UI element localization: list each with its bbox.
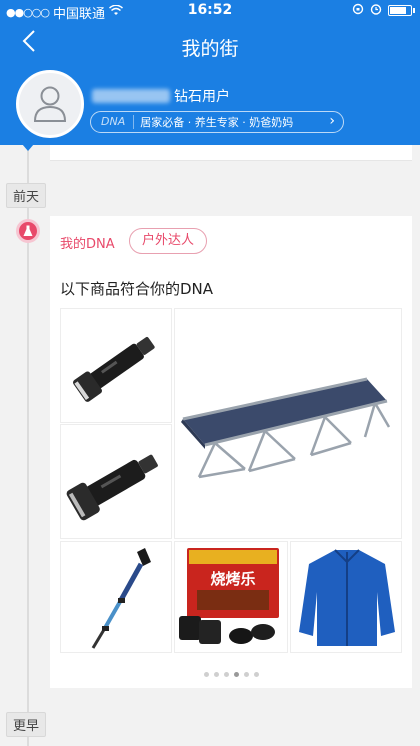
- page-title: 我的街: [181, 38, 239, 60]
- flashlight-icon: [66, 454, 158, 521]
- nav-bar: 我的街: [0, 24, 420, 68]
- header: ●●○○○ 中国联通 16:52 我的街 钻石用户 DNA 居家必备 · 养生专…: [0, 0, 420, 145]
- carousel-pager[interactable]: [50, 672, 412, 677]
- pager-dot[interactable]: [253, 672, 259, 677]
- flashlight-icon: [73, 336, 155, 402]
- dna-label: DNA: [91, 115, 135, 129]
- header-pointer: [22, 144, 34, 151]
- avatar[interactable]: [16, 70, 84, 138]
- dna-tags-bar[interactable]: DNA 居家必备 · 养生专家 · 奶爸奶妈 ›: [90, 111, 344, 133]
- folding-cot-icon: [181, 377, 391, 479]
- pager-dot[interactable]: [243, 672, 249, 677]
- status-bar: ●●○○○ 中国联通 16:52: [0, 0, 420, 22]
- previous-card: [50, 145, 412, 161]
- card-subtitle: 以下商品符合你的DNA: [60, 280, 214, 298]
- user-level: 钻石用户: [174, 89, 230, 105]
- charcoal-box-icon: 烧烤乐: [179, 548, 279, 644]
- product-grid: 烧烤乐: [60, 308, 402, 653]
- dna-tags: 居家必备 · 养生专家 · 奶爸奶妈: [140, 116, 294, 129]
- chevron-right-icon: ›: [329, 113, 335, 129]
- pager-dot[interactable]: [213, 672, 219, 677]
- dna-flask-icon: [16, 219, 40, 243]
- box-text: 烧烤乐: [210, 570, 255, 588]
- username-masked: [92, 89, 170, 103]
- dna-card[interactable]: 我的DNA 户外达人 以下商品符合你的DNA 烧烤乐: [50, 216, 412, 688]
- pager-dot[interactable]: [223, 672, 229, 677]
- trekking-pole-icon: [91, 548, 151, 649]
- product-charcoal-box[interactable]: 烧烤乐: [174, 541, 288, 653]
- product-flashlight-2[interactable]: [60, 424, 172, 539]
- product-blue-jacket[interactable]: [290, 541, 402, 653]
- jacket-icon: [299, 549, 395, 646]
- product-flashlight-1[interactable]: [60, 308, 172, 423]
- timeline-earlier-label: 更早: [6, 712, 47, 737]
- dna-type-pill[interactable]: 户外达人: [129, 228, 208, 254]
- product-trekking-pole[interactable]: [60, 541, 172, 653]
- pager-dot[interactable]: [233, 672, 239, 677]
- username: 钻石用户: [92, 86, 230, 106]
- alarm-icon: [370, 3, 382, 18]
- my-dna-label: 我的DNA: [60, 237, 115, 252]
- rotation-lock-icon: [352, 3, 364, 18]
- timeline-day-label: 前天: [6, 183, 47, 208]
- battery-icon: [388, 5, 415, 16]
- user-icon: [33, 86, 67, 122]
- pager-dot[interactable]: [203, 672, 209, 677]
- product-folding-cot[interactable]: [174, 308, 402, 539]
